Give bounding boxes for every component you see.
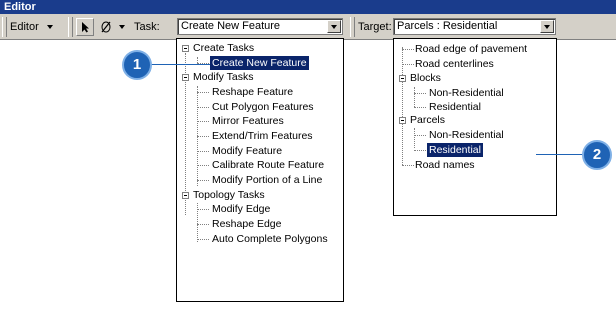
tree-item[interactable]: Modify Feature xyxy=(212,144,282,158)
collapse-icon[interactable] xyxy=(182,74,189,81)
editor-menu[interactable]: Editor xyxy=(10,18,53,36)
window-title: Editor xyxy=(0,0,616,14)
tree-item[interactable]: Reshape Feature xyxy=(212,85,293,99)
chevron-down-icon xyxy=(46,25,53,30)
callout-1: 1 xyxy=(122,50,152,80)
collapse-icon[interactable] xyxy=(182,192,189,199)
editor-toolbar: Editor Task: Create New Feature Target: … xyxy=(0,14,616,40)
target-label: Target: xyxy=(358,21,392,33)
target-list-panel[interactable]: Road edge of pavement Road centerlines B… xyxy=(393,38,557,216)
tree-connector xyxy=(414,128,415,148)
tree-item[interactable]: Auto Complete Polygons xyxy=(212,232,328,246)
tree-group-create-tasks[interactable]: Create Tasks xyxy=(193,41,254,55)
task-list-panel[interactable]: Create Tasks Create New Feature Modify T… xyxy=(176,38,344,302)
tree-item[interactable]: Mirror Features xyxy=(212,114,284,128)
target-item-selected[interactable]: Residential xyxy=(426,142,484,158)
tree-item[interactable]: Cut Polygon Features xyxy=(212,100,314,114)
target-item[interactable]: Road centerlines xyxy=(415,57,494,71)
tree-group-parcels[interactable]: Parcels xyxy=(410,113,445,127)
tree-group-modify-tasks[interactable]: Modify Tasks xyxy=(193,70,254,84)
tree-item[interactable]: Extend/Trim Features xyxy=(212,129,313,143)
callout-leader-line xyxy=(536,154,584,155)
chevron-down-icon xyxy=(331,24,337,29)
collapse-icon[interactable] xyxy=(399,117,406,124)
task-label: Task: xyxy=(134,21,160,33)
editor-menu-label: Editor xyxy=(10,21,39,33)
tree-item[interactable]: Calibrate Route Feature xyxy=(212,158,324,172)
task-dropdown-button[interactable] xyxy=(327,20,341,33)
collapse-icon[interactable] xyxy=(182,45,189,52)
target-dropdown-value: Parcels : Residential xyxy=(397,20,498,32)
toolbar-separator xyxy=(68,17,73,37)
target-item[interactable]: Non-Residential xyxy=(429,128,504,142)
target-item[interactable]: Residential xyxy=(429,100,481,114)
toolbar-grip[interactable] xyxy=(2,17,7,37)
tree-item[interactable]: Modify Portion of a Line xyxy=(212,173,322,187)
arrow-pointer-icon xyxy=(82,22,89,33)
toolbar-separator xyxy=(350,17,355,37)
tree-item[interactable]: Modify Edge xyxy=(212,202,270,216)
target-item[interactable]: Non-Residential xyxy=(429,86,504,100)
tree-group-blocks[interactable]: Blocks xyxy=(410,71,441,85)
target-dropdown-button[interactable] xyxy=(540,20,554,33)
tree-connector xyxy=(414,87,415,107)
target-item[interactable]: Road edge of pavement xyxy=(415,42,527,56)
tree-item[interactable]: Reshape Edge xyxy=(212,217,281,231)
task-dropdown[interactable]: Create New Feature xyxy=(177,18,343,35)
callout-2: 2 xyxy=(582,140,612,170)
target-item[interactable]: Road names xyxy=(415,158,475,172)
chevron-down-icon xyxy=(544,24,550,29)
target-dropdown[interactable]: Parcels : Residential xyxy=(393,18,556,35)
task-dropdown-value: Create New Feature xyxy=(181,20,281,32)
edit-tool-button[interactable] xyxy=(76,18,94,36)
tree-item-create-new-feature[interactable]: Create New Feature xyxy=(209,55,310,71)
callout-leader-line xyxy=(150,64,210,65)
collapse-icon[interactable] xyxy=(399,75,406,82)
sketch-pencil-icon xyxy=(101,21,125,33)
tree-group-topology-tasks[interactable]: Topology Tasks xyxy=(193,188,265,202)
sketch-tool-button[interactable] xyxy=(100,19,128,37)
